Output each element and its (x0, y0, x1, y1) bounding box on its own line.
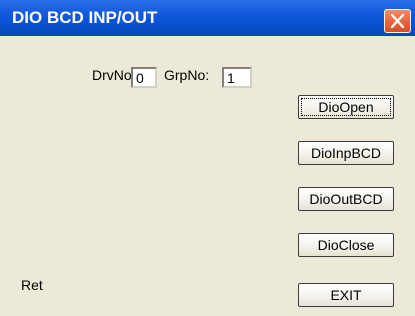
title-bar[interactable]: DIO BCD INP/OUT (0, 0, 415, 36)
grpno-input[interactable] (222, 67, 252, 88)
dio-out-bcd-button[interactable]: DioOutBCD (298, 187, 394, 211)
dio-close-button[interactable]: DioClose (298, 233, 394, 257)
close-icon (390, 13, 405, 29)
dialog-window: DIO BCD INP/OUT DrvNo: GrpNo: DioOpen Di… (0, 0, 415, 316)
drvno-input[interactable] (131, 67, 157, 88)
grpno-label: GrpNo: (164, 67, 210, 83)
close-button[interactable] (384, 9, 411, 33)
dio-inp-bcd-button[interactable]: DioInpBCD (298, 141, 394, 165)
window-title: DIO BCD INP/OUT (12, 8, 158, 27)
exit-button[interactable]: EXIT (298, 283, 394, 307)
dio-open-button[interactable]: DioOpen (298, 95, 394, 119)
ret-label: Ret (21, 277, 43, 293)
drvno-label: DrvNo: (92, 67, 136, 83)
